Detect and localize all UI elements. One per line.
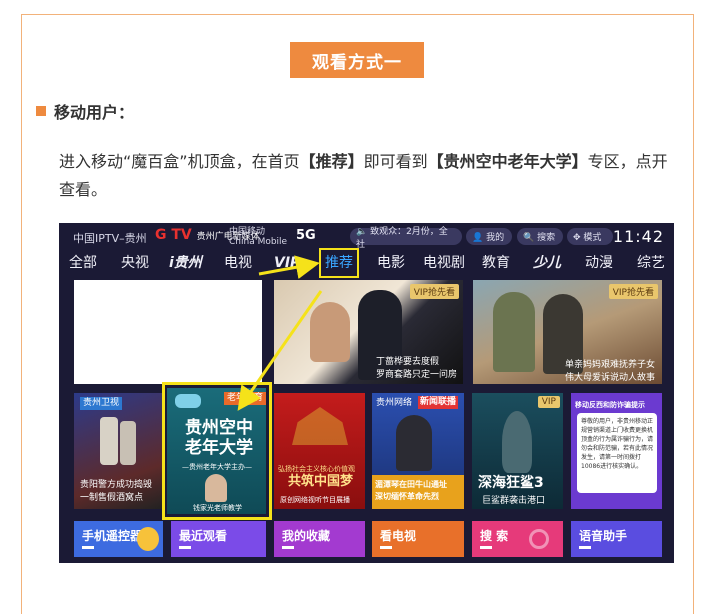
square-bullet-icon: [36, 106, 46, 116]
paragraph-tab-name: 【推荐】: [299, 152, 364, 171]
paragraph-text: 即可看到: [363, 152, 428, 171]
instruction-paragraph: 进入移动“魔百盒”机顶盒，在首页【推荐】即可看到【贵州空中老年大学】专区，点开查…: [59, 148, 675, 204]
tv-screenshot: 中国IPTV–贵州 G TV 贵州广电新媒体 中国移动 China Mobile…: [59, 223, 674, 563]
arrow-to-recommend-tab: [258, 255, 320, 280]
sub-heading: 移动用户：: [36, 99, 134, 123]
paragraph-zone-name: 【贵州空中老年大学】: [427, 152, 588, 171]
arrow-to-elderly-tile: [237, 290, 323, 411]
section-badge: 观看方式一: [290, 42, 424, 78]
pointer-arrows: [237, 255, 323, 411]
paragraph-text: 进入移动“魔百盒”机顶盒，在首页: [59, 152, 300, 171]
sub-heading-text: 移动用户：: [54, 103, 135, 122]
